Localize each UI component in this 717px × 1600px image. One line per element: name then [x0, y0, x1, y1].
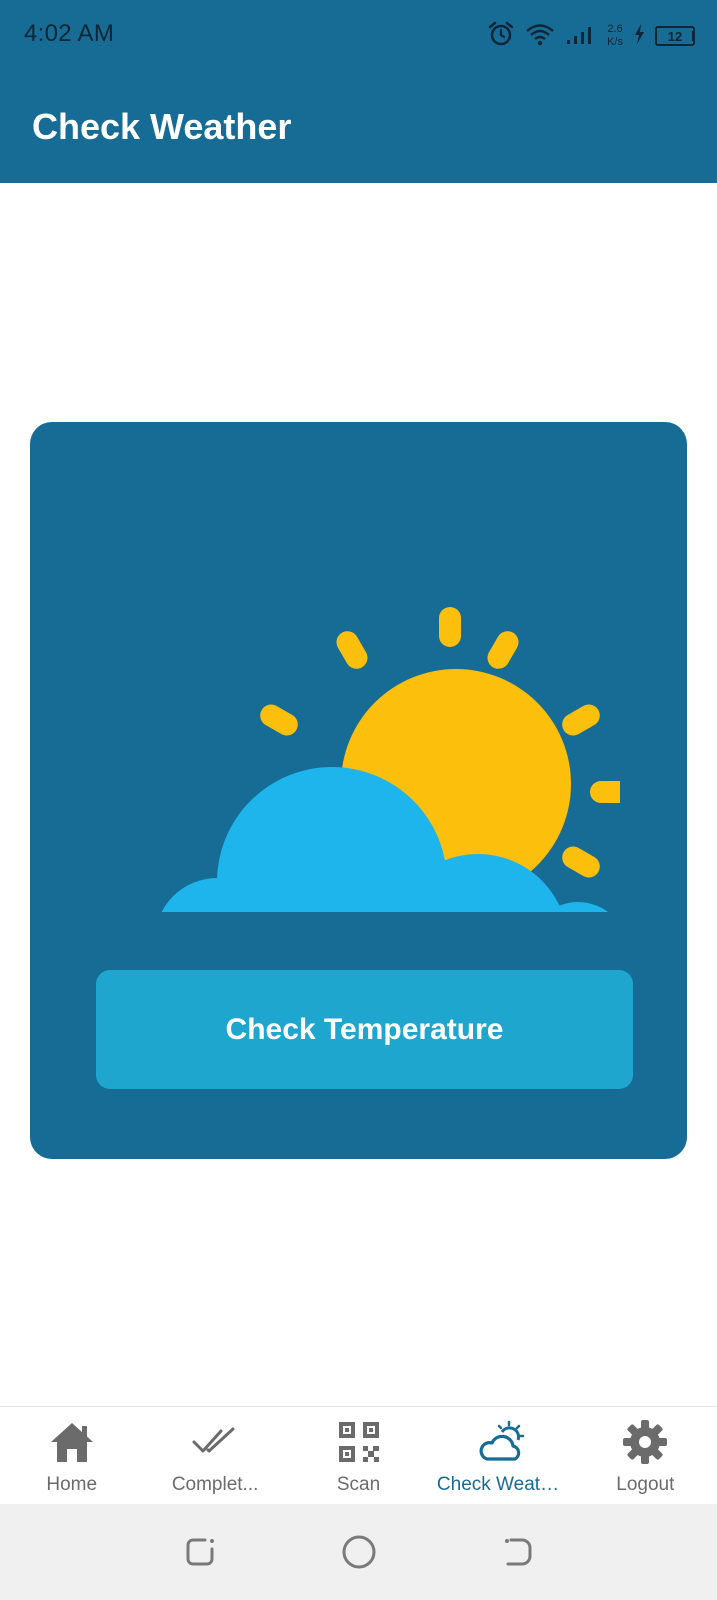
weather-icon	[477, 1417, 527, 1467]
qr-code-icon	[334, 1417, 384, 1467]
nav-label-logout: Logout	[616, 1474, 675, 1495]
nav-item-scan[interactable]: Scan	[287, 1407, 430, 1504]
net-speed-value: 2.6	[607, 23, 623, 35]
network-speed: 2.6 K/s	[607, 23, 623, 49]
bottom-nav: Home Complet... Scan Check Weather Logou…	[0, 1406, 717, 1504]
screen: 4:02 AM 2.6 K/s 12 Check Weather Check T…	[0, 0, 717, 1600]
double-check-icon	[190, 1417, 240, 1467]
nav-label-check-weather: Check Weather	[436, 1474, 567, 1495]
nav-label-home: Home	[46, 1474, 98, 1495]
nav-item-home[interactable]: Home	[0, 1407, 143, 1504]
app-header: 4:02 AM 2.6 K/s 12 Check Weather	[0, 0, 717, 183]
nav-item-completed[interactable]: Complet...	[143, 1407, 286, 1504]
status-icons: 2.6 K/s 12	[487, 20, 695, 52]
status-time: 4:02 AM	[24, 20, 115, 47]
gear-icon	[620, 1417, 670, 1467]
recents-icon[interactable]	[180, 1532, 220, 1572]
check-temperature-button[interactable]: Check Temperature	[96, 970, 633, 1089]
weather-card: Check Temperature	[30, 422, 687, 1159]
nav-label-completed: Complet...	[171, 1474, 259, 1495]
home-circle-icon[interactable]	[339, 1532, 379, 1572]
home-icon	[47, 1417, 97, 1467]
signal-icon	[565, 22, 597, 51]
nav-item-logout[interactable]: Logout	[574, 1407, 717, 1504]
net-speed-unit: K/s	[607, 36, 623, 48]
page-title: Check Weather	[32, 106, 292, 147]
wifi-icon	[525, 22, 555, 51]
nav-label-scan: Scan	[336, 1474, 381, 1495]
system-nav-bar	[0, 1504, 717, 1600]
back-icon[interactable]	[498, 1532, 538, 1572]
battery-icon: 12	[655, 26, 695, 46]
sun-behind-cloud-icon	[161, 607, 620, 912]
battery-level: 12	[667, 28, 683, 44]
nav-item-check-weather[interactable]: Check Weather	[430, 1407, 573, 1504]
charging-icon	[633, 23, 645, 50]
alarm-icon	[487, 20, 515, 53]
